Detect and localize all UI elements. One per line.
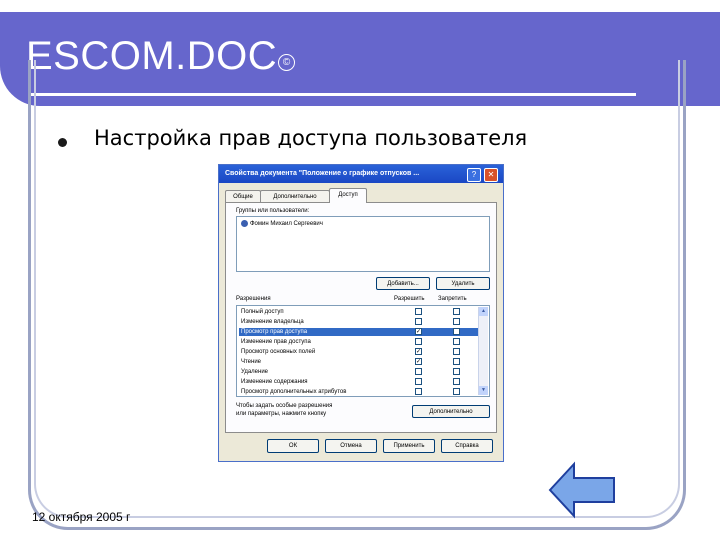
apply-button[interactable]: Применить — [383, 439, 435, 453]
cancel-button[interactable]: Отмена — [325, 439, 377, 453]
permission-row[interactable]: Удаление — [239, 368, 479, 376]
permission-row[interactable]: Просмотр дополнительных атрибутов — [239, 388, 479, 396]
allow-checkbox[interactable] — [415, 368, 422, 375]
allow-checkbox[interactable] — [415, 318, 422, 325]
hint-line-2: или параметры, нажмите кнопку — [236, 411, 327, 417]
deny-checkbox[interactable] — [453, 378, 460, 385]
remove-button[interactable]: Удалить — [436, 277, 490, 290]
permission-name: Просмотр прав доступа — [241, 329, 308, 335]
deny-checkbox[interactable] — [453, 338, 460, 345]
properties-dialog: Свойства документа "Положение о графике … — [218, 164, 504, 462]
dialog-title: Свойства документа "Положение о графике … — [219, 165, 503, 183]
scrollbar[interactable]: ▲ ▼ — [478, 307, 488, 395]
permission-name: Чтение — [241, 359, 262, 365]
deny-checkbox[interactable] — [453, 318, 460, 325]
add-button[interactable]: Добавить... — [376, 277, 430, 290]
help-button[interactable]: Справка — [441, 439, 493, 453]
deny-checkbox[interactable] — [453, 358, 460, 365]
permission-name: Полный доступ — [241, 309, 284, 315]
tab-access[interactable]: Доступ — [329, 188, 367, 203]
allow-checkbox[interactable] — [415, 338, 422, 345]
permission-row[interactable]: Чтение ✓ — [239, 358, 479, 366]
deny-header: Запретить — [438, 296, 467, 302]
deny-checkbox[interactable] — [453, 388, 460, 395]
hint-line-1: Чтобы задать особые разрешения — [236, 403, 333, 409]
allow-checkbox[interactable] — [415, 378, 422, 385]
allow-checkbox[interactable]: ✓ — [415, 348, 422, 355]
allow-checkbox[interactable]: ✓ — [415, 328, 422, 335]
permission-row[interactable]: Просмотр прав доступа ✓ — [239, 328, 479, 336]
bullet-icon — [58, 138, 67, 147]
user-icon — [241, 220, 248, 227]
bullet-text: Настройка прав доступа пользователя — [94, 126, 528, 150]
deny-checkbox[interactable] — [453, 328, 460, 335]
deny-checkbox[interactable] — [453, 368, 460, 375]
users-list[interactable]: Фомин Михаил Сергеевич — [236, 216, 490, 272]
scroll-up-icon[interactable]: ▲ — [479, 307, 488, 316]
scroll-down-icon[interactable]: ▼ — [479, 386, 488, 395]
allow-checkbox[interactable] — [415, 388, 422, 395]
permission-name: Просмотр основных полей — [241, 349, 316, 355]
permission-name: Изменение прав доступа — [241, 339, 311, 345]
advanced-button[interactable]: Дополнительно — [412, 405, 490, 418]
deny-checkbox[interactable] — [453, 308, 460, 315]
permissions-label: Разрешения — [236, 296, 271, 302]
list-item[interactable]: Фомин Михаил Сергеевич — [241, 220, 323, 227]
allow-header: Разрешить — [394, 296, 425, 302]
ok-button[interactable]: ОК — [267, 439, 319, 453]
access-panel: Группы или пользователи: Фомин Михаил Се… — [225, 202, 497, 433]
permissions-list: Полный доступ Изменение владельца Просмотр… — [236, 305, 490, 397]
slide-date: 12 октября 2005 г — [32, 510, 131, 524]
left-arrow-icon[interactable] — [548, 460, 618, 520]
permission-name: Просмотр дополнительных атрибутов — [241, 389, 347, 395]
permission-row[interactable]: Полный доступ — [239, 308, 479, 316]
allow-checkbox[interactable]: ✓ — [415, 358, 422, 365]
close-icon[interactable]: ✕ — [484, 168, 498, 182]
deny-checkbox[interactable] — [453, 348, 460, 355]
allow-checkbox[interactable] — [415, 308, 422, 315]
permission-name: Изменение содержания — [241, 379, 308, 385]
permission-name: Удаление — [241, 369, 269, 375]
users-label: Группы или пользователи: — [236, 208, 310, 214]
help-icon[interactable]: ? — [467, 168, 481, 182]
permission-row[interactable]: Просмотр основных полей ✓ — [239, 348, 479, 356]
user-name: Фомин Михаил Сергеевич — [250, 220, 323, 227]
permission-name: Изменение владельца — [241, 319, 304, 325]
permission-row[interactable]: Изменение содержания — [239, 378, 479, 386]
permission-row[interactable]: Изменение прав доступа — [239, 338, 479, 346]
permission-row[interactable]: Изменение владельца — [239, 318, 479, 326]
